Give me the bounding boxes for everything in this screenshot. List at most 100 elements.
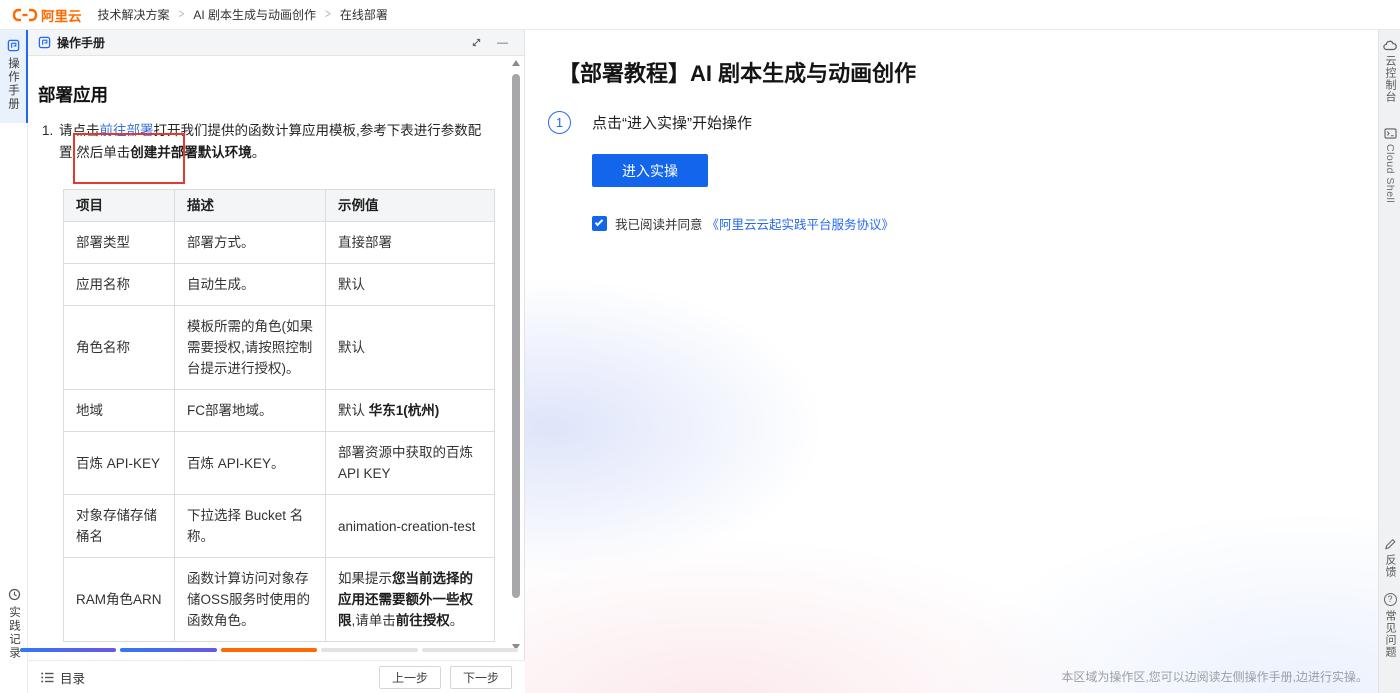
tutorial-title: 【部署教程】AI 剧本生成与动画创作 xyxy=(558,61,917,86)
cell-item: 对象存储存储桶名 xyxy=(63,494,175,558)
scrollbar-thumb[interactable] xyxy=(512,74,520,598)
col-header-example: 示例值 xyxy=(325,189,495,222)
parameter-table: 项目 描述 示例值 部署类型 部署方式。 直接部署 应用名称 自动生成。 默认 … xyxy=(63,189,495,642)
rail-item-faq[interactable]: ? 常见问题 xyxy=(1379,593,1400,658)
breadcrumb-item-current[interactable]: 在线部署 xyxy=(340,6,388,23)
table-row: RAM角色ARN 函数计算访问对象存储OSS服务时使用的函数角色。 如果提示您当… xyxy=(63,557,495,642)
cell-example: animation-creation-test xyxy=(325,494,495,558)
manual-panel-header: 操作手册 — xyxy=(28,30,524,56)
instruction-text: 请点击前往部署打开我们提供的函数计算应用模板,参考下表进行参数配 置,然后单击创… xyxy=(59,120,481,164)
cell-example: 直接部署 xyxy=(325,221,495,264)
pencil-icon xyxy=(1384,538,1396,550)
breadcrumb-item-project[interactable]: AI 剧本生成与动画创作 xyxy=(193,6,316,23)
table-row: 对象存储存储桶名 下拉选择 Bucket 名称。 animation-creat… xyxy=(63,494,495,558)
console-label: 云控制台 xyxy=(1384,55,1396,103)
rail-item-cloudshell[interactable]: Cloud Shell xyxy=(1379,128,1400,203)
workspace: 【部署教程】AI 剧本生成与动画创作 1 点击“进入实操”开始操作 进入实操 我… xyxy=(525,30,1378,693)
table-row: 地域 FC部署地域。 默认 华东1(杭州) xyxy=(63,389,495,432)
alibaba-cloud-logo[interactable]: 阿里云 xyxy=(12,5,82,25)
step-number-badge: 1 xyxy=(548,111,571,134)
next-step-button[interactable]: 下一步 xyxy=(450,665,512,689)
minimize-icon[interactable]: — xyxy=(497,37,508,49)
breadcrumb-separator: > xyxy=(325,7,331,22)
manual-footer: 目录 上一步 下一步 xyxy=(28,660,525,693)
instruction-line2: 置,然后单击 xyxy=(59,145,131,160)
cell-item: 百炼 API-KEY xyxy=(63,431,175,495)
rail-manual-label: 操作手册 xyxy=(7,57,19,111)
breadcrumb: 技术解决方案 > AI 剧本生成与动画创作 > 在线部署 xyxy=(98,6,388,23)
instruction-step-1: 1. 请点击前往部署打开我们提供的函数计算应用模板,参考下表进行参数配 置,然后… xyxy=(38,120,506,164)
manual-scrollbar xyxy=(511,58,521,652)
toc-button[interactable]: 目录 xyxy=(41,668,85,687)
checkmark-icon xyxy=(594,217,604,227)
list-marker: 1. xyxy=(42,123,54,138)
page: 阿里云 技术解决方案 > AI 剧本生成与动画创作 > 在线部署 操作手册 实践… xyxy=(0,0,1400,693)
top-bar: 阿里云 技术解决方案 > AI 剧本生成与动画创作 > 在线部署 xyxy=(0,0,1400,30)
right-rail: 云控制台 Cloud Shell 反馈 ? 常见问题 xyxy=(1378,30,1400,693)
breadcrumb-item-solutions[interactable]: 技术解决方案 xyxy=(98,6,170,23)
alibaba-cloud-logo-icon xyxy=(12,8,38,22)
cell-item: 部署类型 xyxy=(63,221,175,264)
manual-content: 部署应用 1. 请点击前往部署打开我们提供的函数计算应用模板,参考下表进行参数配… xyxy=(28,56,524,646)
step-progress-bar xyxy=(20,648,519,652)
cell-item: RAM角色ARN xyxy=(63,557,175,642)
rail-item-console[interactable]: 云控制台 xyxy=(1379,40,1400,103)
col-header-desc: 描述 xyxy=(174,189,326,222)
cell-desc: 模板所需的角色(如果需要授权,请按照控制台提示进行授权)。 xyxy=(174,305,326,390)
left-rail: 操作手册 实践记录 xyxy=(0,30,28,693)
table-row: 部署类型 部署方式。 直接部署 xyxy=(63,221,495,264)
faq-label: 常见问题 xyxy=(1384,610,1396,658)
enter-practice-button[interactable]: 进入实操 xyxy=(592,154,708,187)
progress-segment xyxy=(20,648,117,652)
cell-desc: 部署方式。 xyxy=(174,221,326,264)
toc-icon xyxy=(41,672,54,683)
instruction-bold: 创建并部署默认环境 xyxy=(130,145,252,160)
cell-item: 应用名称 xyxy=(63,263,175,306)
breadcrumb-separator: > xyxy=(178,7,185,22)
instruction-period: 。 xyxy=(251,145,266,160)
cell-example: 默认 xyxy=(325,263,495,306)
cell-desc: 自动生成。 xyxy=(174,263,326,306)
table-row: 百炼 API-KEY 百炼 API-KEY。 部署资源中获取的百炼 API KE… xyxy=(63,431,495,495)
manual-icon xyxy=(38,36,51,49)
cell-item: 角色名称 xyxy=(63,305,175,390)
manual-panel-title: 操作手册 xyxy=(57,36,106,50)
toc-label: 目录 xyxy=(60,671,86,686)
cell-example: 如果提示您当前选择的应用还需要额外一些权限,请单击前往授权。 xyxy=(325,557,495,642)
step-row: 1 点击“进入实操”开始操作 xyxy=(548,111,752,134)
col-header-item: 项目 xyxy=(63,189,175,222)
manual-panel: 操作手册 — 部署应用 1. 请点击前往部署打开我们提供的函数计算应用模板,参考… xyxy=(28,30,525,693)
workspace-hint: 本区域为操作区,您可以边阅读左侧操作手册,边进行实操。 xyxy=(1061,670,1368,684)
cell-example: 部署资源中获取的百炼 API KEY xyxy=(325,431,495,495)
agreement-checkbox[interactable] xyxy=(592,216,607,231)
table-row: 角色名称 模板所需的角色(如果需要授权,请按照控制台提示进行授权)。 默认 xyxy=(63,305,495,390)
cell-desc: 函数计算访问对象存储OSS服务时使用的函数角色。 xyxy=(174,557,326,642)
expand-icon[interactable] xyxy=(471,37,482,48)
table-row: 应用名称 自动生成。 默认 xyxy=(63,263,495,306)
step-text: 点击“进入实操”开始操作 xyxy=(592,115,752,132)
cell-desc: 百炼 API-KEY。 xyxy=(174,431,326,495)
cloud-console-icon xyxy=(1383,40,1397,51)
deploy-link[interactable]: 前往部署 xyxy=(100,123,154,138)
prev-step-button[interactable]: 上一步 xyxy=(379,665,441,689)
cell-example: 默认 xyxy=(325,305,495,390)
question-icon: ? xyxy=(1383,593,1397,606)
progress-segment xyxy=(321,648,418,652)
progress-segment xyxy=(421,648,519,652)
progress-segment xyxy=(120,648,217,652)
section-title: 部署应用 xyxy=(38,85,108,105)
agreement-text: 我已阅读并同意 xyxy=(615,218,703,232)
cloudshell-label: Cloud Shell xyxy=(1384,144,1396,204)
agreement-row: 我已阅读并同意 《阿里云云起实践平台服务协议》 xyxy=(592,214,894,233)
terminal-icon xyxy=(1383,128,1397,139)
manual-icon xyxy=(7,39,20,52)
scroll-up-arrow[interactable] xyxy=(512,60,520,66)
service-agreement-link[interactable]: 《阿里云云起实践平台服务协议》 xyxy=(707,214,895,233)
feedback-label: 反馈 xyxy=(1384,554,1396,578)
rail-item-feedback[interactable]: 反馈 xyxy=(1379,538,1400,578)
instruction-after-link: 打开我们提供的函数计算应用模板,参考下表进行参数配 xyxy=(153,123,482,138)
rail-item-manual[interactable]: 操作手册 xyxy=(0,30,28,123)
clock-icon xyxy=(8,588,21,601)
cell-desc: 下拉选择 Bucket 名称。 xyxy=(174,494,326,558)
cell-item: 地域 xyxy=(63,389,175,432)
